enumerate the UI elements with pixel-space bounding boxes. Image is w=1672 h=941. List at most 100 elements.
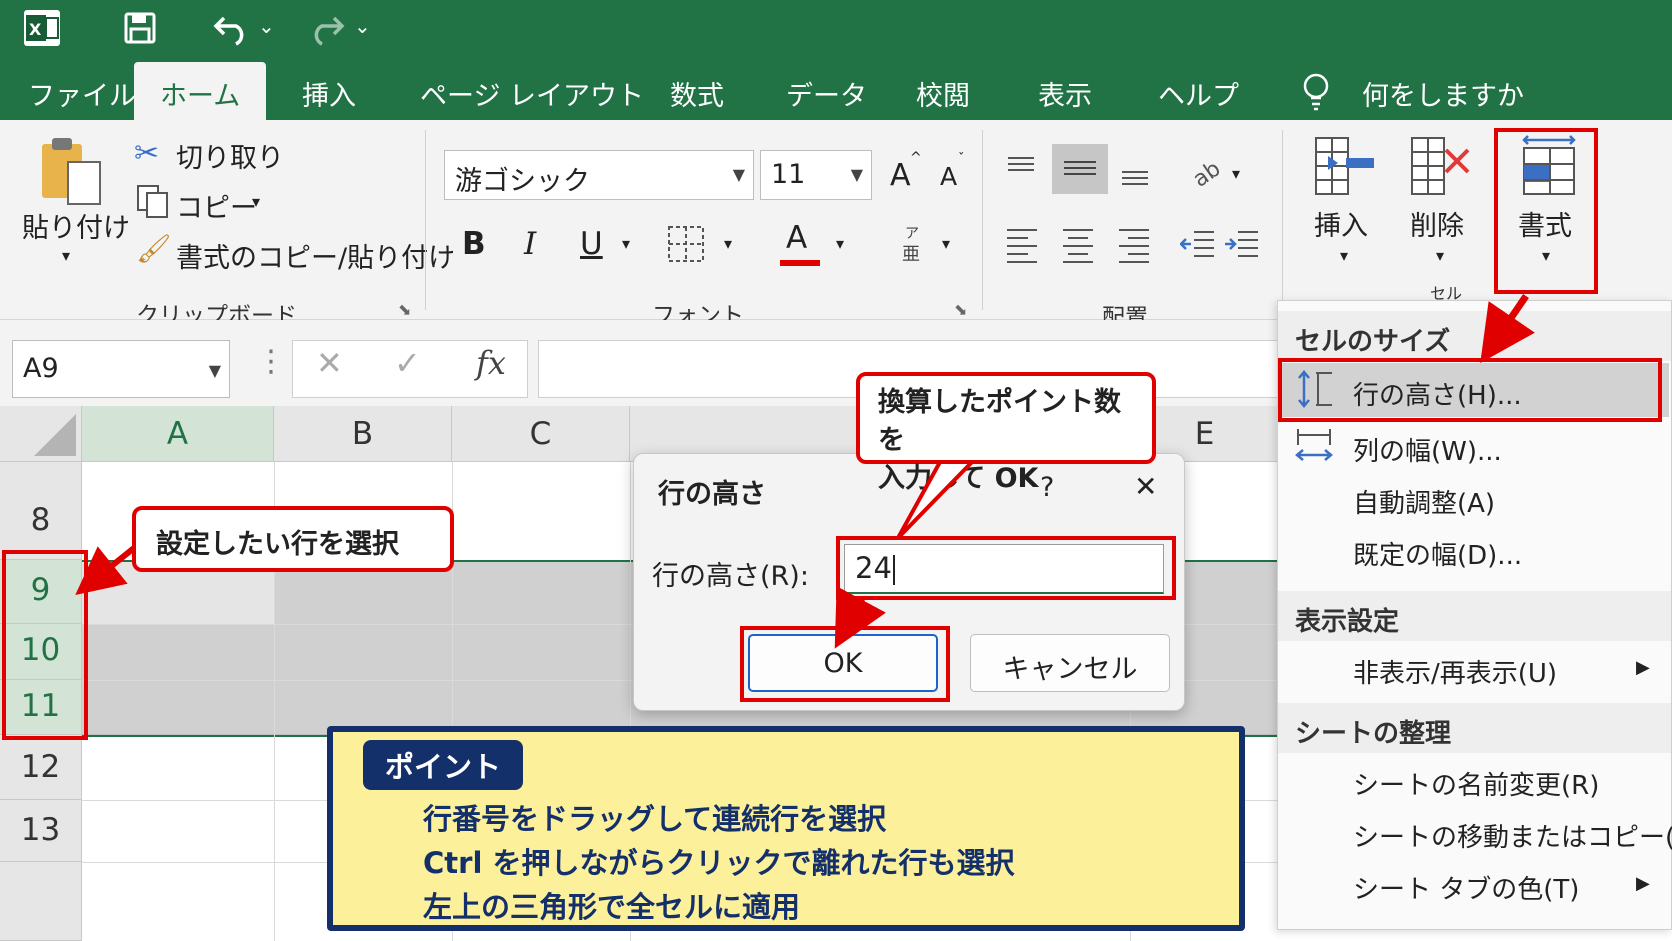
font-color-button[interactable]: A	[786, 220, 807, 256]
underline-dropdown-icon[interactable]: ▾	[622, 234, 630, 253]
tip-line-1: 行番号をドラッグして連続行を選択	[423, 802, 887, 836]
tab-help[interactable]: ヘルプ	[1158, 74, 1239, 113]
orientation-icon[interactable]: ab	[1189, 150, 1230, 194]
insert-dropdown-icon[interactable]: ▾	[1340, 246, 1348, 265]
tell-me-search[interactable]: 何をしますか	[1362, 74, 1524, 113]
align-left-icon[interactable]	[1004, 224, 1040, 268]
cancel-button[interactable]: キャンセル	[970, 634, 1170, 692]
borders-icon[interactable]	[666, 224, 706, 268]
tip-box: ポイント 行番号をドラッグして連続行を選択 Ctrl を押しながらクリックで離れ…	[327, 726, 1245, 931]
tab-insert[interactable]: 挿入	[302, 74, 356, 113]
menu-item-column-width[interactable]: 列の幅(W)...	[1353, 431, 1502, 468]
align-right-icon[interactable]	[1116, 224, 1152, 268]
ok-button-highlight	[740, 626, 950, 702]
tab-formulas[interactable]: 数式	[670, 74, 724, 113]
increase-indent-icon[interactable]	[1224, 226, 1260, 266]
title-bar: X ⌄ ⌄	[0, 0, 1672, 60]
column-header-c[interactable]: C	[452, 406, 630, 462]
shrink-font-button[interactable]: A	[940, 162, 957, 191]
menu-item-default-width[interactable]: 既定の幅(D)...	[1353, 535, 1522, 572]
underline-button[interactable]: U	[580, 226, 603, 262]
bold-button[interactable]: B	[462, 226, 486, 262]
font-color-dropdown-icon[interactable]: ▾	[836, 234, 844, 253]
align-middle-icon[interactable]	[1052, 144, 1108, 194]
copy-button[interactable]: コピー	[176, 186, 257, 225]
lightbulb-icon[interactable]	[1302, 72, 1330, 116]
chevron-down-icon: ▼	[850, 165, 863, 184]
delete-cells-button[interactable]: 削除	[1410, 204, 1464, 243]
cancel-button-label: キャンセル	[1002, 654, 1138, 685]
callout-select-rows: 設定したい行を選択	[132, 506, 454, 572]
undo-icon[interactable]	[212, 10, 252, 50]
align-top-icon[interactable]	[1004, 154, 1038, 186]
menu-item-rename-sheet[interactable]: シートの名前変更(R)	[1353, 765, 1599, 802]
tab-page-layout[interactable]: ページ レイアウト	[420, 74, 644, 113]
tip-label: ポイント	[363, 740, 524, 790]
copy-icon[interactable]	[136, 184, 170, 222]
paste-dropdown-icon[interactable]: ▾	[62, 246, 70, 265]
row-header-12[interactable]: 12	[0, 735, 82, 800]
menu-header-organize: シートの整理	[1278, 703, 1671, 753]
orientation-dropdown-icon[interactable]: ▾	[1232, 164, 1240, 183]
row-height-item-highlight	[1278, 358, 1662, 422]
cancel-entry-icon[interactable]: ✕	[316, 344, 343, 382]
menu-item-hide-unhide[interactable]: 非表示/再表示(U)	[1353, 653, 1557, 690]
clipboard-launcher-icon[interactable]: ⬊	[398, 300, 411, 319]
row-header-13[interactable]: 13	[0, 800, 82, 862]
callout-select-rows-text: 設定したい行を選択	[156, 529, 399, 560]
column-header-a[interactable]: A	[82, 406, 274, 462]
align-center-icon[interactable]	[1060, 224, 1096, 268]
decrease-indent-icon[interactable]	[1179, 226, 1216, 266]
grow-font-button[interactable]: A	[890, 158, 911, 193]
chevron-down-icon: ▼	[732, 165, 745, 184]
delete-cells-icon[interactable]	[1408, 134, 1474, 202]
phonetic-dropdown-icon[interactable]: ▾	[942, 234, 950, 253]
menu-header-visibility: 表示設定	[1278, 591, 1671, 641]
tab-view[interactable]: 表示	[1038, 74, 1092, 113]
insert-cells-button[interactable]: 挿入	[1314, 204, 1368, 243]
tab-home[interactable]: ホーム	[134, 62, 267, 120]
submenu-arrow-icon: ▶	[1636, 873, 1650, 894]
tip-line-2: Ctrl を押しながらクリックで離れた行も選択	[423, 846, 1015, 880]
font-name-value: 游ゴシック	[455, 166, 590, 197]
row-header-8[interactable]: 8	[0, 462, 82, 560]
insert-cells-icon[interactable]	[1312, 134, 1378, 202]
tab-data[interactable]: データ	[786, 74, 867, 113]
paste-button[interactable]: 貼り付け	[22, 206, 130, 245]
row-height-input-highlight	[836, 536, 1176, 600]
cut-button[interactable]: 切り取り	[176, 136, 284, 175]
excel-logo-icon: X	[24, 10, 60, 46]
font-size-combo[interactable]: 11 ▼	[760, 150, 872, 200]
ribbon-home: 貼り付け ▾ ✂ 切り取り コピー ▾ 🖌 書式のコピー/貼り付け クリップボー…	[0, 120, 1672, 331]
borders-dropdown-icon[interactable]: ▾	[724, 234, 732, 253]
save-icon[interactable]	[124, 12, 156, 48]
copy-dropdown-icon[interactable]: ▾	[252, 192, 260, 211]
dialog-close-button[interactable]: ✕	[1134, 470, 1157, 503]
confirm-entry-icon[interactable]: ✓	[394, 344, 421, 382]
name-box[interactable]: A9 ▼	[12, 340, 230, 398]
column-header-b[interactable]: B	[274, 406, 452, 462]
italic-button[interactable]: I	[524, 226, 536, 262]
redo-dropdown-icon[interactable]: ⌄	[354, 14, 371, 38]
font-launcher-icon[interactable]: ⬊	[954, 300, 967, 319]
undo-dropdown-icon[interactable]: ⌄	[258, 14, 275, 38]
svg-text:ア: ア	[905, 226, 919, 242]
delete-dropdown-icon[interactable]: ▾	[1436, 246, 1444, 265]
tab-review[interactable]: 校閲	[916, 74, 970, 113]
tab-file[interactable]: ファイル	[28, 74, 136, 113]
insert-function-button[interactable]: fx	[476, 344, 506, 382]
paste-icon[interactable]	[40, 136, 106, 212]
redo-icon[interactable]	[306, 10, 346, 50]
phonetic-guide-icon[interactable]: ア亜	[900, 224, 926, 268]
menu-item-tab-color[interactable]: シート タブの色(T)	[1353, 869, 1579, 906]
select-all-triangle[interactable]	[0, 406, 82, 462]
format-painter-button[interactable]: 書式のコピー/貼り付け	[176, 236, 455, 275]
menu-item-autofit[interactable]: 自動調整(A)	[1353, 483, 1495, 520]
callout-enter-points-line2: 入力して OK	[878, 463, 1039, 494]
align-bottom-icon[interactable]	[1118, 164, 1152, 196]
format-painter-icon[interactable]: 🖌	[136, 232, 172, 265]
scissors-icon[interactable]: ✂	[134, 136, 159, 171]
font-name-combo[interactable]: 游ゴシック ▼	[444, 150, 754, 200]
row-header-14[interactable]	[0, 862, 82, 941]
menu-item-move-copy-sheet[interactable]: シートの移動またはコピー(M)...	[1353, 817, 1672, 854]
